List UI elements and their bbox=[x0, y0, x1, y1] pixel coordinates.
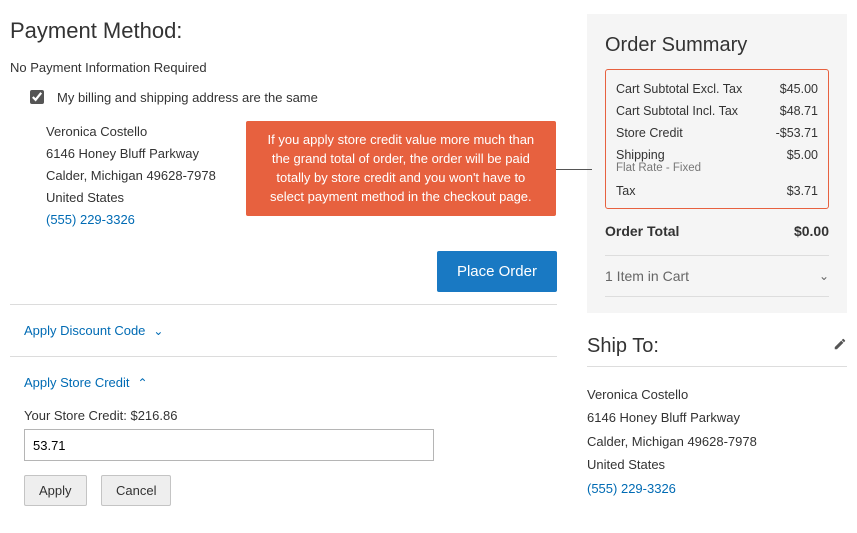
apply-discount-toggle[interactable]: Apply Discount Code ⌄ bbox=[24, 323, 557, 338]
summary-row-subtotal-incl: Cart Subtotal Incl. Tax $48.71 bbox=[616, 100, 818, 122]
summary-row-store-credit: Store Credit -$53.71 bbox=[616, 122, 818, 144]
ship-to-address: Veronica Costello 6146 Honey Bluff Parkw… bbox=[587, 383, 847, 500]
ship-phone-link[interactable]: (555) 229-3326 bbox=[587, 481, 676, 496]
ship-name: Veronica Costello bbox=[587, 383, 847, 406]
apply-discount-label: Apply Discount Code bbox=[24, 323, 145, 338]
order-total-value: $0.00 bbox=[794, 223, 829, 239]
order-summary-box: Cart Subtotal Excl. Tax $45.00 Cart Subt… bbox=[605, 69, 829, 209]
order-summary-panel: Order Summary Cart Subtotal Excl. Tax $4… bbox=[587, 14, 847, 313]
cart-items-label: 1 Item in Cart bbox=[605, 268, 689, 284]
addr-country: United States bbox=[46, 187, 216, 209]
ship-street: 6146 Honey Bluff Parkway bbox=[587, 406, 847, 429]
apply-store-credit-label: Apply Store Credit bbox=[24, 375, 130, 390]
summary-row-subtotal-excl: Cart Subtotal Excl. Tax $45.00 bbox=[616, 78, 818, 100]
apply-button[interactable]: Apply bbox=[24, 475, 87, 506]
ship-to-title: Ship To: bbox=[587, 335, 659, 358]
addr-city: Calder, Michigan 49628-7978 bbox=[46, 165, 216, 187]
chevron-up-icon: ⌃ bbox=[138, 376, 148, 390]
value: $5.00 bbox=[787, 148, 818, 162]
cart-items-toggle[interactable]: 1 Item in Cart ⌄ bbox=[605, 255, 829, 297]
value: $48.71 bbox=[780, 104, 818, 118]
billing-same-label: My billing and shipping address are the … bbox=[57, 90, 318, 105]
label: Cart Subtotal Incl. Tax bbox=[616, 104, 738, 118]
cancel-button[interactable]: Cancel bbox=[101, 475, 171, 506]
order-total-row: Order Total $0.00 bbox=[605, 223, 829, 239]
summary-row-shipping-sub: Flat Rate - Fixed bbox=[616, 162, 818, 180]
summary-row-tax: Tax $3.71 bbox=[616, 180, 818, 202]
store-credit-input[interactable] bbox=[24, 429, 434, 461]
callout-box: If you apply store credit value more muc… bbox=[246, 121, 556, 216]
addr-street: 6146 Honey Bluff Parkway bbox=[46, 143, 216, 165]
apply-store-credit-toggle[interactable]: Apply Store Credit ⌃ bbox=[24, 375, 557, 390]
label: Shipping bbox=[616, 148, 665, 162]
value: -$53.71 bbox=[776, 126, 818, 140]
ship-country: United States bbox=[587, 453, 847, 476]
place-order-button[interactable]: Place Order bbox=[437, 251, 557, 292]
no-payment-text: No Payment Information Required bbox=[10, 60, 557, 75]
billing-same-checkbox[interactable] bbox=[30, 90, 44, 104]
chevron-down-icon: ⌄ bbox=[153, 324, 163, 338]
callout-text: If you apply store credit value more muc… bbox=[268, 132, 535, 204]
order-summary-title: Order Summary bbox=[605, 34, 829, 57]
value: $45.00 bbox=[780, 82, 818, 96]
addr-name: Veronica Costello bbox=[46, 121, 216, 143]
label: Cart Subtotal Excl. Tax bbox=[616, 82, 742, 96]
ship-to-block: Ship To: Veronica Costello 6146 Honey Bl… bbox=[587, 335, 847, 500]
label: Store Credit bbox=[616, 126, 683, 140]
order-total-label: Order Total bbox=[605, 223, 679, 239]
edit-ship-to-button[interactable] bbox=[833, 337, 847, 356]
page-title: Payment Method: bbox=[10, 18, 557, 44]
chevron-down-icon: ⌄ bbox=[819, 269, 829, 283]
addr-phone-link[interactable]: (555) 229-3326 bbox=[46, 212, 135, 227]
ship-city: Calder, Michigan 49628-7978 bbox=[587, 430, 847, 453]
billing-address: Veronica Costello 6146 Honey Bluff Parkw… bbox=[46, 121, 216, 231]
value: $3.71 bbox=[787, 184, 818, 198]
store-credit-balance: Your Store Credit: $216.86 bbox=[24, 408, 557, 423]
pencil-icon bbox=[833, 337, 847, 351]
divider bbox=[10, 304, 557, 305]
label: Tax bbox=[616, 184, 635, 198]
divider bbox=[10, 356, 557, 357]
callout-connector bbox=[556, 169, 592, 170]
